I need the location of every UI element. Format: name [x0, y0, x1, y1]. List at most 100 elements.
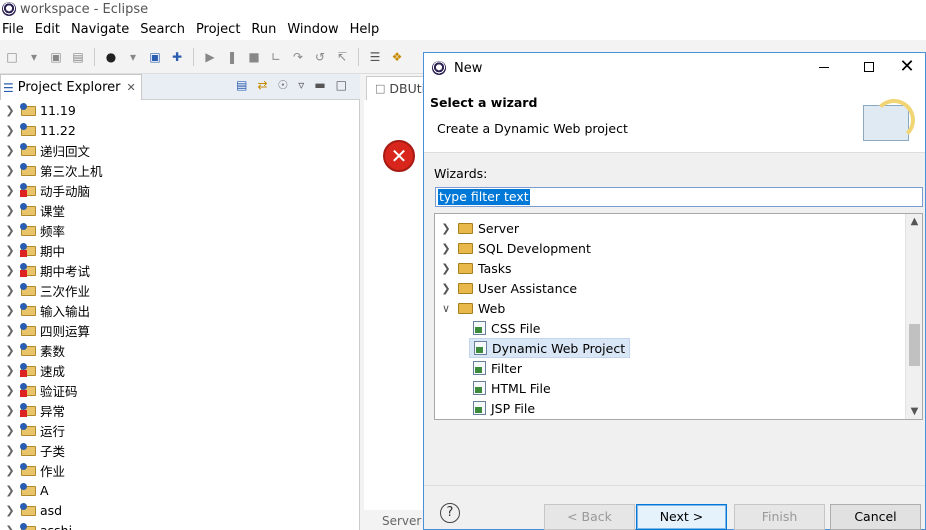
menu-window[interactable]: Window [283, 22, 345, 37]
chevron-right-icon[interactable]: ❯ [2, 144, 18, 157]
tree-item[interactable]: ❯ 速成 [0, 360, 360, 380]
menu-edit[interactable]: Edit [31, 22, 67, 37]
skip-breakpoints-icon[interactable]: ✚ [169, 49, 185, 65]
tree-item[interactable]: ❯ 11.22 [0, 120, 360, 140]
filter-icon[interactable]: ☉ [278, 78, 289, 92]
scroll-down-icon[interactable]: ▼ [906, 406, 922, 417]
dropdown-arrow-icon[interactable]: ▾ [26, 49, 42, 65]
dropdown-arrow-icon[interactable]: ▾ [125, 49, 141, 65]
tree-item[interactable]: ❯ 作业 [0, 460, 360, 480]
back-button[interactable]: < Back [544, 504, 635, 530]
scroll-thumb[interactable] [909, 324, 920, 366]
collapse-all-icon[interactable]: ▤ [236, 78, 247, 92]
tree-item[interactable]: ❯ 第三次上机 [0, 160, 360, 180]
tree-item[interactable]: ❯ 子类 [0, 440, 360, 460]
chevron-right-icon[interactable]: ❯ [2, 284, 18, 297]
next-button[interactable]: Next > [636, 504, 727, 530]
list-icon[interactable]: ☰ [367, 49, 383, 65]
tree-item[interactable]: ❯ 三次作业 [0, 280, 360, 300]
chevron-right-icon[interactable]: ❯ [2, 104, 18, 117]
wizard-category[interactable]: ❯ Tasks [435, 258, 511, 278]
wizard-item[interactable]: CSS File [469, 318, 541, 338]
view-menu-icon[interactable]: ▿ [298, 78, 304, 92]
editor-tab[interactable]: □ DBUti [366, 76, 426, 100]
user-icon[interactable]: ● [103, 49, 119, 65]
new-icon[interactable]: □ [4, 49, 20, 65]
step-into-icon[interactable]: ↷ [290, 49, 306, 65]
tree-item[interactable]: ❯ 异常 [0, 400, 360, 420]
tree-item[interactable]: ❯ 运行 [0, 420, 360, 440]
wizard-item[interactable]: Dynamic Web Project [469, 338, 631, 358]
chevron-right-icon[interactable]: ❯ [439, 222, 453, 235]
chevron-right-icon[interactable]: ❯ [2, 304, 18, 317]
minimize-icon[interactable]: ▬ [314, 78, 325, 92]
finish-button[interactable]: Finish [734, 504, 825, 530]
chevron-right-icon[interactable]: ❯ [2, 364, 18, 377]
terminate-icon[interactable]: ■ [246, 49, 262, 65]
project-explorer-tab[interactable]: ☰ Project Explorer ✕ [0, 74, 142, 100]
wizard-category[interactable]: ∨ Web [435, 298, 505, 318]
tree-item[interactable]: ❯ 递归回文 [0, 140, 360, 160]
step-over-icon[interactable]: ↺ [312, 49, 328, 65]
wizard-item[interactable]: JSP File [469, 398, 535, 418]
wizard-tree-scrollbar[interactable]: ▲ ▼ [905, 214, 922, 419]
chevron-right-icon[interactable]: ❯ [2, 164, 18, 177]
chevron-right-icon[interactable]: ❯ [2, 464, 18, 477]
wizard-item[interactable]: HTML File [469, 378, 551, 398]
chevron-right-icon[interactable]: ❯ [439, 282, 453, 295]
maximize-icon[interactable] [864, 62, 874, 72]
chevron-right-icon[interactable]: ❯ [2, 344, 18, 357]
chevron-right-icon[interactable]: ❯ [2, 204, 18, 217]
tree-item[interactable]: ❯ 动手动脑 [0, 180, 360, 200]
chevron-right-icon[interactable]: ❯ [2, 484, 18, 497]
chevron-down-icon[interactable]: ∨ [439, 302, 453, 315]
chevron-right-icon[interactable]: ❯ [2, 404, 18, 417]
tree-item[interactable]: ❯ 素数 [0, 340, 360, 360]
tree-item[interactable]: ❯ 期中考试 [0, 260, 360, 280]
maximize-icon[interactable]: □ [336, 78, 347, 92]
chevron-right-icon[interactable]: ❯ [439, 242, 453, 255]
tree-item[interactable]: ❯ 课堂 [0, 200, 360, 220]
wizard-category[interactable]: ❯ User Assistance [435, 278, 577, 298]
menu-run[interactable]: Run [247, 22, 283, 37]
minimize-icon[interactable] [819, 67, 829, 68]
scroll-up-icon[interactable]: ▲ [906, 216, 922, 227]
disconnect-icon[interactable]: ∟ [268, 49, 284, 65]
resume-icon[interactable]: ▶ [202, 49, 218, 65]
chevron-right-icon[interactable]: ❯ [2, 444, 18, 457]
step-return-icon[interactable]: ↸ [334, 49, 350, 65]
chevron-right-icon[interactable]: ❯ [2, 184, 18, 197]
save-all-icon[interactable]: ▤ [70, 49, 86, 65]
wizard-category[interactable]: ❯ Server [435, 218, 519, 238]
wizard-category[interactable]: ❯ SQL Development [435, 238, 590, 258]
tree-item[interactable]: ❯ asshi [0, 520, 360, 530]
close-icon[interactable]: ✕ [897, 57, 917, 77]
console-icon[interactable]: ▣ [147, 49, 163, 65]
debug-icon[interactable]: ❖ [389, 49, 405, 65]
chevron-right-icon[interactable]: ❯ [2, 244, 18, 257]
menu-file[interactable]: File [0, 22, 31, 37]
chevron-right-icon[interactable]: ❯ [439, 262, 453, 275]
menu-search[interactable]: Search [136, 22, 192, 37]
chevron-right-icon[interactable]: ❯ [2, 384, 18, 397]
tree-item[interactable]: ❯ asd [0, 500, 360, 520]
chevron-right-icon[interactable]: ❯ [2, 424, 18, 437]
tree-item[interactable]: ❯ 期中 [0, 240, 360, 260]
chevron-right-icon[interactable]: ❯ [2, 504, 18, 517]
menu-project[interactable]: Project [192, 22, 247, 37]
tree-item[interactable]: ❯ A [0, 480, 360, 500]
help-button[interactable]: ? [440, 503, 460, 523]
servers-tab[interactable]: Server [366, 514, 426, 530]
close-icon[interactable]: ✕ [127, 81, 136, 94]
tree-item[interactable]: ❯ 输入输出 [0, 300, 360, 320]
chevron-right-icon[interactable]: ❯ [2, 264, 18, 277]
chevron-right-icon[interactable]: ❯ [2, 124, 18, 137]
tree-item[interactable]: ❯ 11.19 [0, 100, 360, 120]
tree-item[interactable]: ❯ 验证码 [0, 380, 360, 400]
chevron-right-icon[interactable]: ❯ [2, 324, 18, 337]
save-icon[interactable]: ▣ [48, 49, 64, 65]
chevron-right-icon[interactable]: ❯ [2, 524, 18, 530]
wizard-item[interactable]: Filter [469, 358, 522, 378]
cancel-button[interactable]: Cancel [830, 504, 921, 530]
tree-item[interactable]: ❯ 四则运算 [0, 320, 360, 340]
